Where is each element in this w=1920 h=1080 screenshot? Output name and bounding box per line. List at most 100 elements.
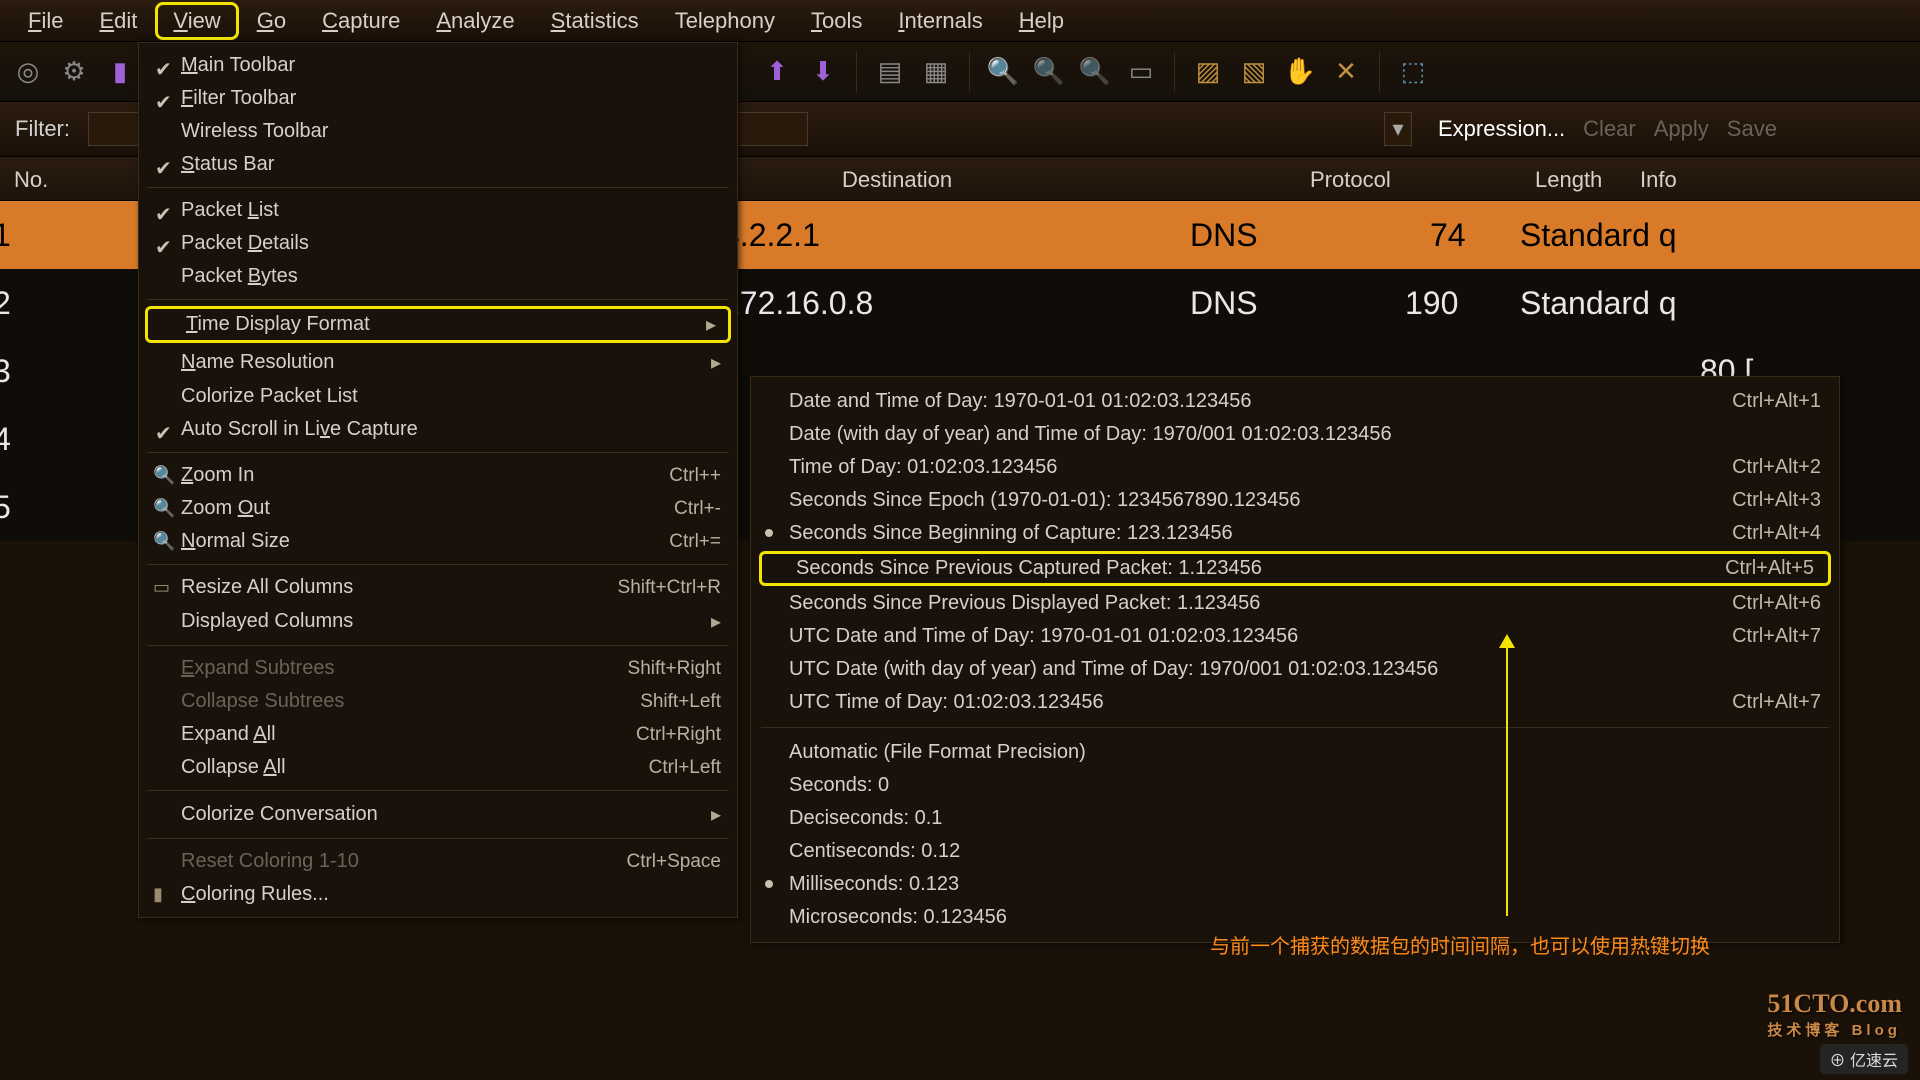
menu-help[interactable]: Help [1001,2,1082,40]
col-protocol[interactable]: Protocol [1310,167,1391,193]
check-icon: ✔ [155,202,172,227]
menu-item-label: Packet Details [181,232,309,255]
menu-item-normal-size[interactable]: 🔍Normal SizeCtrl+= [139,525,737,558]
menu-item-displayed-columns[interactable]: Displayed Columns▸ [139,604,737,639]
menu-item-packet-bytes[interactable]: Packet Bytes [139,260,737,293]
menu-separator [147,187,729,188]
zoom-out-icon[interactable]: 🔍 [1031,54,1067,90]
menu-item-colorize-packet-list[interactable]: Colorize Packet List [139,380,737,413]
save-button[interactable]: Save [1727,116,1777,142]
submenu-arrow-icon: ▸ [711,609,721,634]
zoom-fit-icon[interactable]: 🔍 [1077,54,1113,90]
apply-button[interactable]: Apply [1654,116,1709,142]
menu-item-label: Seconds Since Beginning of Capture: 123.… [789,522,1233,545]
time-format-option[interactable]: Seconds: 0 [751,769,1839,802]
time-format-option[interactable]: UTC Date and Time of Day: 1970-01-01 01:… [751,620,1839,653]
target-icon[interactable]: ◎ [10,54,46,90]
col-no[interactable]: No. [14,167,48,193]
menu-item-wireless-toolbar[interactable]: Wireless Toolbar [139,115,737,148]
check-icon: ✔ [155,57,172,82]
clear-button[interactable]: Clear [1583,116,1636,142]
menu-telephony[interactable]: Telephony [657,2,793,40]
down-icon[interactable]: ⬇ [805,54,841,90]
layout1-icon[interactable]: ▤ [872,54,908,90]
menu-item-zoom-in[interactable]: 🔍Zoom InCtrl++ [139,459,737,492]
time-format-option[interactable]: UTC Time of Day: 01:02:03.123456Ctrl+Alt… [751,686,1839,719]
time-format-option[interactable]: Time of Day: 01:02:03.123456Ctrl+Alt+2 [751,451,1839,484]
menu-capture[interactable]: Capture [304,2,418,40]
capture-filter-icon[interactable]: ▨ [1190,54,1226,90]
menu-item-packet-details[interactable]: ✔ Packet Details [139,227,737,260]
filter-dropdown[interactable]: ▾ [1384,112,1412,146]
time-format-option[interactable]: Centiseconds: 0.12 [751,835,1839,868]
menu-item-main-toolbar[interactable]: ✔Main Toolbar [139,49,737,82]
shortcut-label: Ctrl+= [669,531,721,553]
resize-cols-icon[interactable]: ▭ [1123,54,1159,90]
menu-separator [147,452,729,453]
up-icon[interactable]: ⬆ [759,54,795,90]
radio-selected-icon [765,529,773,537]
menu-analyze[interactable]: Analyze [418,2,532,40]
menu-item-auto-scroll-in-live-capture[interactable]: ✔Auto Scroll in Live Capture [139,413,737,446]
gear-icon[interactable]: ⚙ [56,54,92,90]
menu-item-time-display-format[interactable]: Time Display Format▸ [145,306,731,343]
time-format-option[interactable]: UTC Date (with day of year) and Time of … [751,653,1839,686]
menu-item-status-bar[interactable]: ✔Status Bar [139,148,737,181]
menu-item-label: Milliseconds: 0.123 [789,873,959,896]
col-length[interactable]: Length [1535,167,1602,193]
menu-item-colorize-conversation[interactable]: Colorize Conversation▸ [139,797,737,832]
display-filter-icon[interactable]: ▧ [1236,54,1272,90]
menu-item-label: Auto Scroll in Live Capture [181,418,418,441]
shortcut-label: Ctrl+Alt+7 [1732,691,1821,714]
time-format-option[interactable]: Date (with day of year) and Time of Day:… [751,418,1839,451]
menu-item-collapse-all[interactable]: Collapse AllCtrl+Left [139,751,737,784]
capture-icon[interactable]: ▮ [102,54,138,90]
menu-internals[interactable]: Internals [880,2,1000,40]
time-format-option[interactable]: Milliseconds: 0.123 [751,868,1839,901]
menu-go[interactable]: Go [239,2,304,40]
time-format-option[interactable]: Deciseconds: 0.1 [751,802,1839,835]
shortcut-label: Ctrl++ [669,465,721,487]
packet-no: 1 [0,217,11,254]
menu-item-packet-list[interactable]: ✔Packet List [139,194,737,227]
menu-item-label: Expand Subtrees [181,657,334,680]
menu-item-label: Wireless Toolbar [181,120,328,143]
packet-no: 4 [0,421,11,458]
time-format-option[interactable]: Seconds Since Epoch (1970-01-01): 123456… [751,484,1839,517]
packet-info: Standard q [1520,217,1677,254]
menu-tools[interactable]: Tools [793,2,880,40]
watermark-51cto: 51CTO.com 技术博客 Blog [1767,989,1902,1040]
layout2-icon[interactable]: ▦ [918,54,954,90]
menu-item-coloring-rules-[interactable]: ▮Coloring Rules... [139,878,737,911]
packet-len: 190 [1405,285,1458,322]
zoom-in-icon[interactable]: 🔍 [985,54,1021,90]
menu-item-label: Colorize Conversation [181,803,378,826]
menu-statistics[interactable]: Statistics [533,2,657,40]
time-format-option[interactable]: Seconds Since Previous Captured Packet: … [759,551,1831,586]
check-icon: ✔ [155,235,172,260]
menubar: FileEditViewGoCaptureAnalyzeStatisticsTe… [0,0,1920,42]
shortcut-label: Ctrl+Alt+7 [1732,625,1821,648]
menu-item-resize-all-columns[interactable]: ▭Resize All ColumnsShift+Ctrl+R [139,571,737,604]
menu-view[interactable]: View [155,2,238,40]
time-format-option[interactable]: Automatic (File Format Precision) [751,736,1839,769]
prefs-icon[interactable]: ✕ [1328,54,1364,90]
menu-item-name-resolution[interactable]: Name Resolution▸ [139,345,737,380]
menu-separator [147,564,729,565]
menu-item-label: Collapse All [181,756,286,779]
colorize-icon[interactable]: ✋ [1282,54,1318,90]
menu-item-zoom-out[interactable]: 🔍Zoom OutCtrl+- [139,492,737,525]
resize-icon: ▭ [153,577,170,598]
time-format-option[interactable]: Date and Time of Day: 1970-01-01 01:02:0… [751,385,1839,418]
menu-item-label: UTC Date and Time of Day: 1970-01-01 01:… [789,625,1298,648]
expression-button[interactable]: Expression... [1438,116,1565,142]
time-format-option[interactable]: Seconds Since Beginning of Capture: 123.… [751,517,1839,550]
menu-item-expand-all[interactable]: Expand AllCtrl+Right [139,718,737,751]
col-info[interactable]: Info [1640,167,1677,193]
col-destination[interactable]: Destination [842,167,952,193]
menu-file[interactable]: File [10,2,81,40]
menu-edit[interactable]: Edit [81,2,155,40]
menu-item-filter-toolbar[interactable]: ✔Filter Toolbar [139,82,737,115]
time-format-option[interactable]: Seconds Since Previous Displayed Packet:… [751,587,1839,620]
help-icon[interactable]: ⬚ [1395,54,1431,90]
